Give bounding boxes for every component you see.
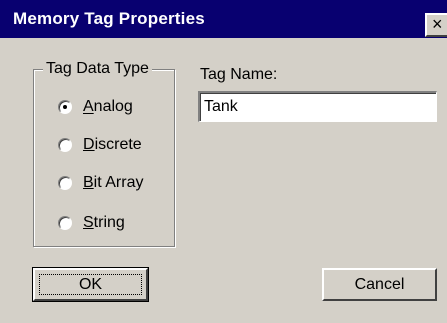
ok-button-label: OK [39, 274, 142, 295]
radio-button-icon[interactable] [58, 216, 72, 230]
ok-button[interactable]: OK [32, 267, 149, 302]
radio-label-discrete: Discrete [83, 136, 142, 153]
window-title: Memory Tag Properties [13, 9, 205, 28]
radio-bit-array[interactable]: Bit Array [58, 172, 143, 194]
title-bar[interactable]: Memory Tag Properties [0, 0, 447, 38]
radio-string[interactable]: String [58, 212, 125, 234]
group-legend: Tag Data Type [43, 60, 152, 78]
radio-discrete[interactable]: Discrete [58, 134, 142, 156]
radio-analog[interactable]: Analog [58, 96, 133, 118]
tag-name-label: Tag Name: [200, 66, 278, 83]
radio-button-icon[interactable] [58, 176, 72, 190]
close-icon: × [432, 14, 443, 34]
radio-button-icon[interactable] [58, 100, 72, 114]
cancel-button[interactable]: Cancel [322, 268, 437, 301]
close-button[interactable]: × [425, 13, 447, 37]
radio-button-icon[interactable] [58, 138, 72, 152]
radio-label-bit-array: Bit Array [83, 174, 144, 191]
radio-label-string: String [83, 214, 125, 231]
tag-name-input[interactable]: Tank [198, 91, 437, 122]
radio-label-analog: Analog [83, 98, 133, 115]
cancel-button-label: Cancel [354, 276, 405, 293]
